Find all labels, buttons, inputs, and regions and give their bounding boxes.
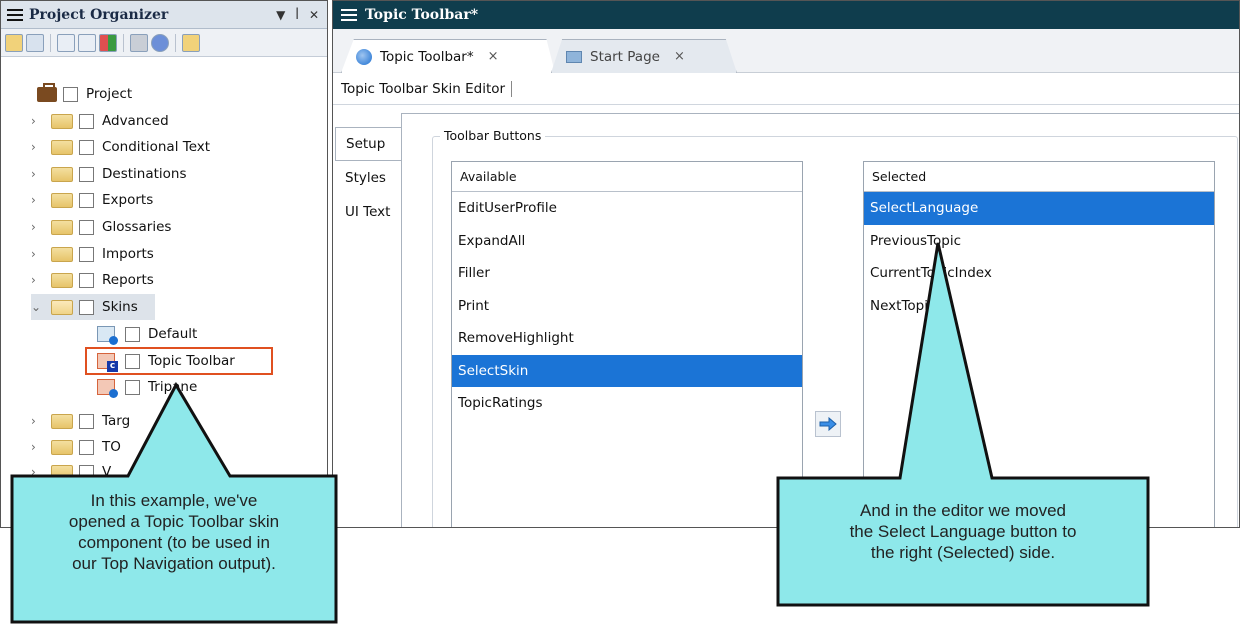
callout-line: And in the editor we moved <box>859 501 1066 520</box>
left-callout-text: In this example, we've opened a Topic To… <box>16 490 332 574</box>
callout-line: the Select Language button to <box>849 522 1077 541</box>
right-callout-text: And in the editor we moved the Select La… <box>782 500 1144 563</box>
callout-line: the right (Selected) side. <box>870 543 1056 562</box>
callout-line: opened a Topic Toolbar skin <box>68 512 280 531</box>
screenshot: Project Organizer ▼ ꟾ ✕ Project › Advanc… <box>0 0 1240 626</box>
callout-line: In this example, we've <box>90 491 258 510</box>
callout-line: our Top Navigation output). <box>72 554 276 573</box>
callout-line: component (to be used in <box>78 533 270 552</box>
